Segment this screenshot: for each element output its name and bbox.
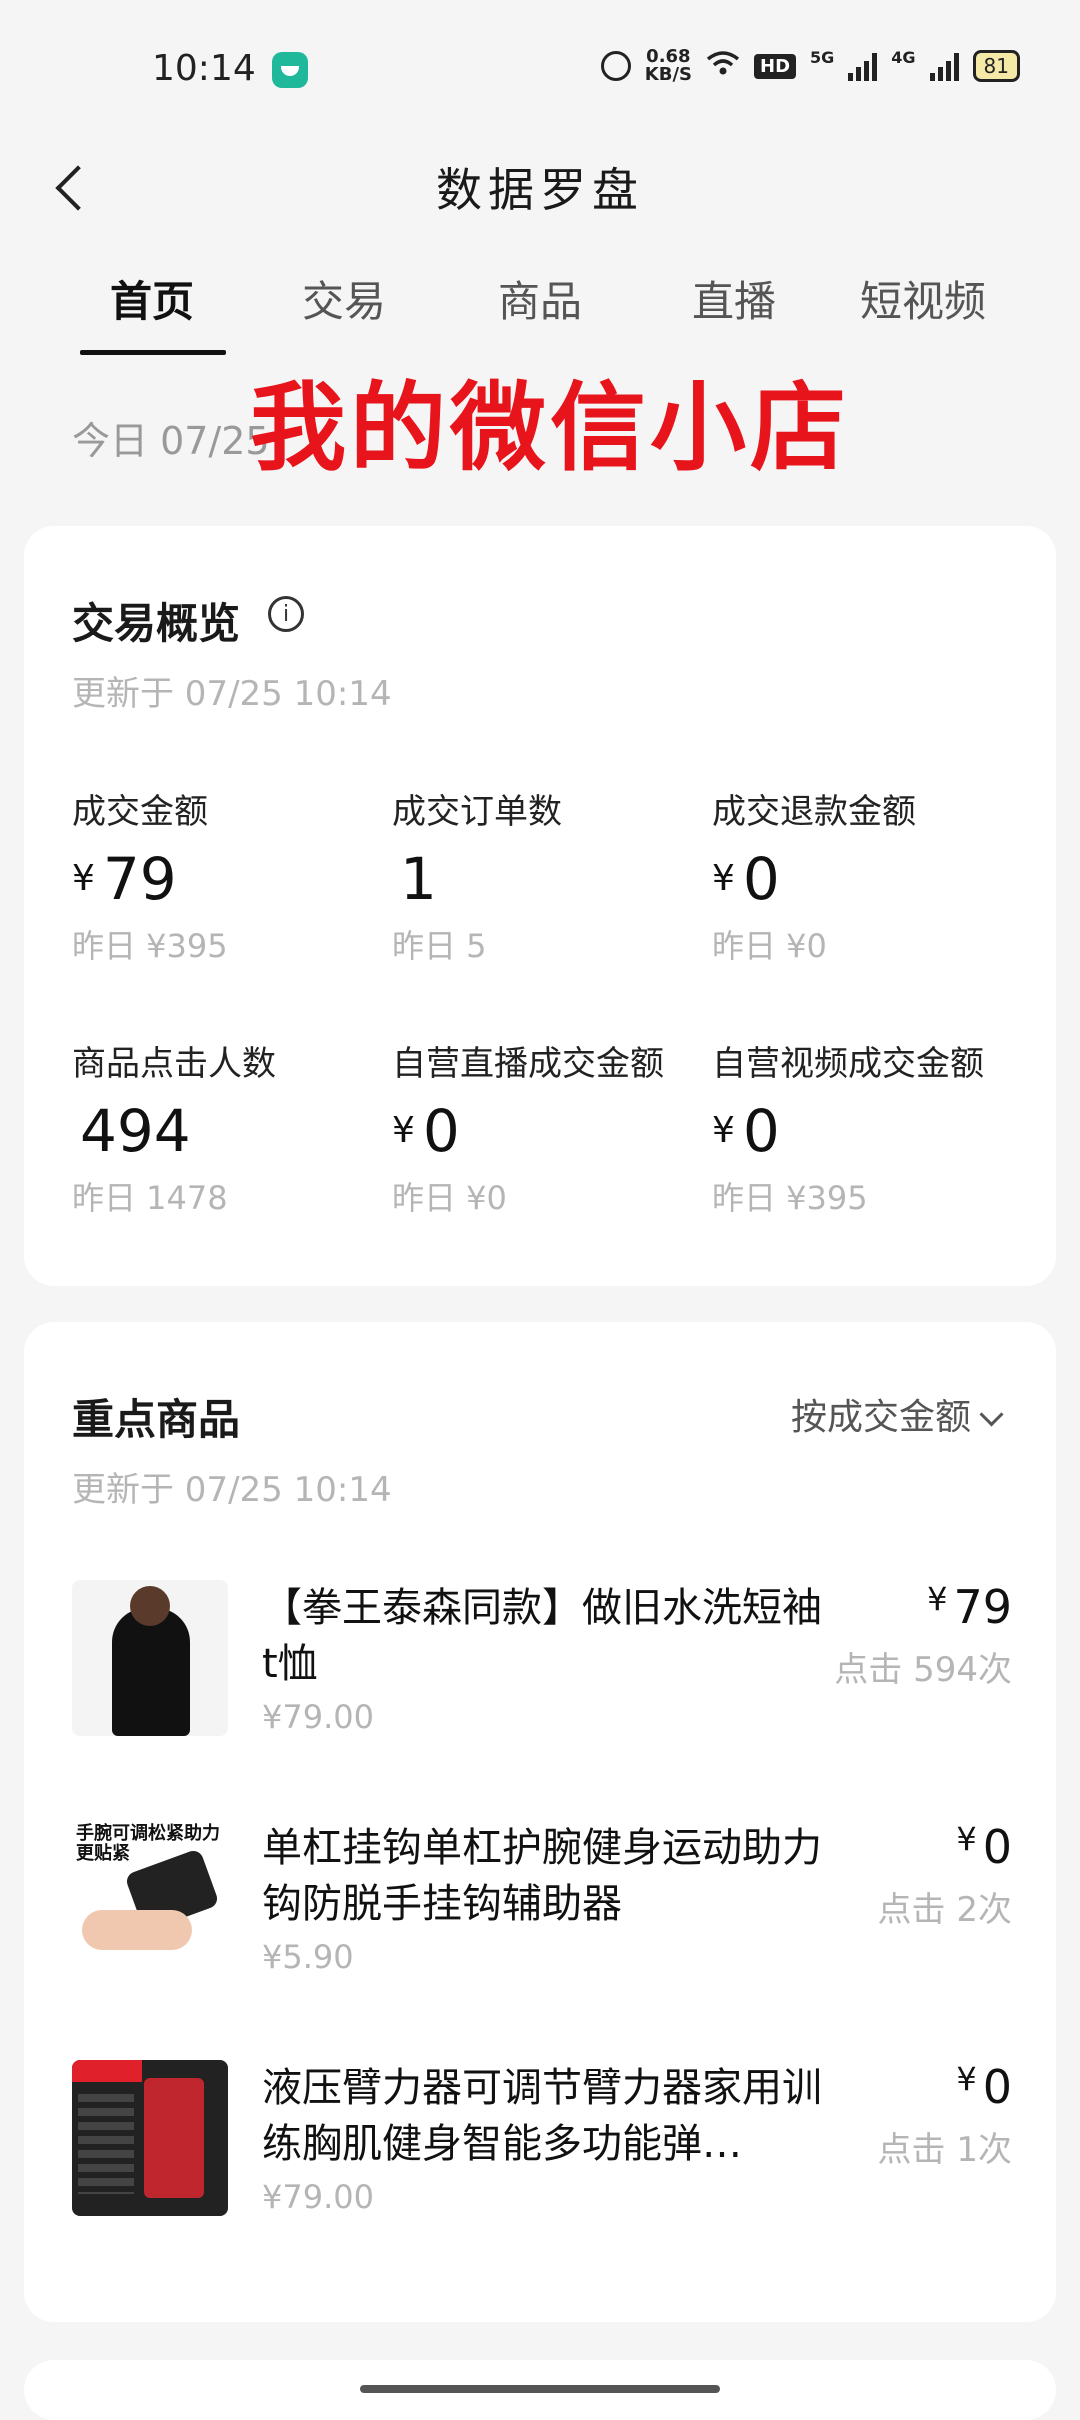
tab-active-indicator [80,350,226,355]
product-price: ¥5.90 [262,1938,354,1976]
product-clicks: 点击 1次 [877,2130,1012,2170]
product-thumbnail [72,2060,228,2216]
product-clicks: 点击 594次 [834,1650,1012,1690]
alarm-icon [600,51,631,81]
date-label: 今日 07/25 [72,419,270,463]
tab-trade[interactable]: 交易 [302,268,386,329]
wifi-icon [706,50,740,82]
metric-yesterday: 昨日 5 [392,927,487,965]
metric-value: ¥0 [712,845,780,913]
tab-home[interactable]: 首页 [110,268,194,329]
metric-item: 自营直播成交金额 ¥0 昨日 ¥0 [392,1036,702,1219]
trade-overview-card: 交易概览 i 更新于 07/25 10:14 成交金额 ¥79 昨日 ¥395 … [24,526,1056,1286]
key-products-card: 重点商品 按成交金额 更新于 07/25 10:14 【拳王泰森同款】做旧水洗短… [24,1322,1056,2322]
product-item[interactable]: 手腕可调松紧助力更贴紧 单杠挂钩单杠护腕健身运动助力钩防脱手挂钩辅助器 ¥5.9… [72,1820,1012,1980]
metric-item: 自营视频成交金额 ¥0 昨日 ¥395 [712,1036,1022,1219]
speed-unit: KB/S [644,64,692,85]
product-item[interactable]: 【拳王泰森同款】做旧水洗短袖t恤 ¥79.00 ¥79 点击 594次 [72,1580,1012,1740]
product-title: 【拳王泰森同款】做旧水洗短袖t恤 [262,1585,822,1687]
metric-yesterday: 昨日 ¥0 [712,927,827,965]
metric-label: 自营视频成交金额 [712,1044,984,1084]
metric-label: 成交退款金额 [712,792,916,832]
product-price: ¥79.00 [262,2178,374,2216]
chevron-down-icon [979,1402,1004,1427]
battery-icon: 81 [972,50,1020,82]
metric-yesterday: 昨日 ¥0 [392,1179,507,1217]
metric-item: 成交金额 ¥79 昨日 ¥395 [72,784,382,967]
metric-yesterday: 昨日 ¥395 [712,1179,868,1217]
tab-bar: 首页 交易 商品 直播 短视频 [0,250,1080,360]
product-sales-amount: ¥79 [927,1580,1012,1634]
tab-products[interactable]: 商品 [498,268,582,329]
home-indicator[interactable] [360,2385,720,2393]
hd-icon: HD [754,53,797,79]
product-price: ¥79.00 [262,1698,374,1736]
info-icon[interactable]: i [268,596,304,632]
trade-overview-title: 交易概览 [72,599,241,648]
product-sales-amount: ¥0 [956,2060,1012,2114]
metric-item: 商品点击人数 494 昨日 1478 [72,1036,382,1219]
metric-yesterday: 昨日 1478 [72,1179,228,1217]
metric-yesterday: 昨日 ¥395 [72,927,228,965]
overlay-caption: 我的微信小店 [250,372,850,484]
metric-label: 自营直播成交金额 [392,1044,664,1084]
metric-item: 成交退款金额 ¥0 昨日 ¥0 [712,784,1022,967]
network-speed: 0.68 KB/S [645,48,692,84]
sort-dropdown[interactable]: 按成交金额 [790,1388,1004,1440]
nav-bar: 数据罗盘 [0,140,1080,250]
metric-item: 成交订单数 1 昨日 5 [392,784,702,967]
key-products-title: 重点商品 [72,1395,241,1444]
app-notification-icon [272,52,308,88]
metric-value: ¥79 [72,845,177,913]
product-item[interactable]: 液压臂力器可调节臂力器家用训练胸肌健身智能多功能弹… ¥79.00 ¥0 点击 … [72,2060,1012,2220]
overview-updated-time: 更新于 07/25 10:14 [72,674,392,714]
sort-label: 按成交金额 [790,1397,971,1438]
network-5g-label: 5G [810,48,835,67]
metric-value: ¥0 [712,1097,780,1165]
product-sales-amount: ¥0 [956,1820,1012,1874]
page-title: 数据罗盘 [436,163,644,217]
products-updated-time: 更新于 07/25 10:14 [72,1470,392,1510]
status-time: 10:14 [152,48,256,89]
product-clicks: 点击 2次 [877,1890,1012,1930]
status-icons: 0.68 KB/S HD 5G 4G 81 [600,48,1020,84]
product-thumbnail: 手腕可调松紧助力更贴紧 [72,1820,228,1976]
product-title: 液压臂力器可调节臂力器家用训练胸肌健身智能多功能弹… [262,2065,822,2167]
network-4g-label: 4G [891,48,916,67]
status-bar: 10:14 0.68 KB/S HD 5G 4G 81 [0,0,1080,140]
tab-live[interactable]: 直播 [692,268,776,329]
tab-short-video[interactable]: 短视频 [860,268,986,329]
product-thumbnail [72,1580,228,1736]
metric-value: 494 [80,1097,191,1165]
signal-icon [848,51,878,81]
metric-label: 成交订单数 [392,792,562,832]
metric-label: 商品点击人数 [72,1044,276,1084]
metric-value: 1 [400,845,437,913]
metric-label: 成交金额 [72,792,208,832]
product-title: 单杠挂钩单杠护腕健身运动助力钩防脱手挂钩辅助器 [262,1825,822,1927]
signal-icon-2 [929,51,959,81]
metric-value: ¥0 [392,1097,460,1165]
